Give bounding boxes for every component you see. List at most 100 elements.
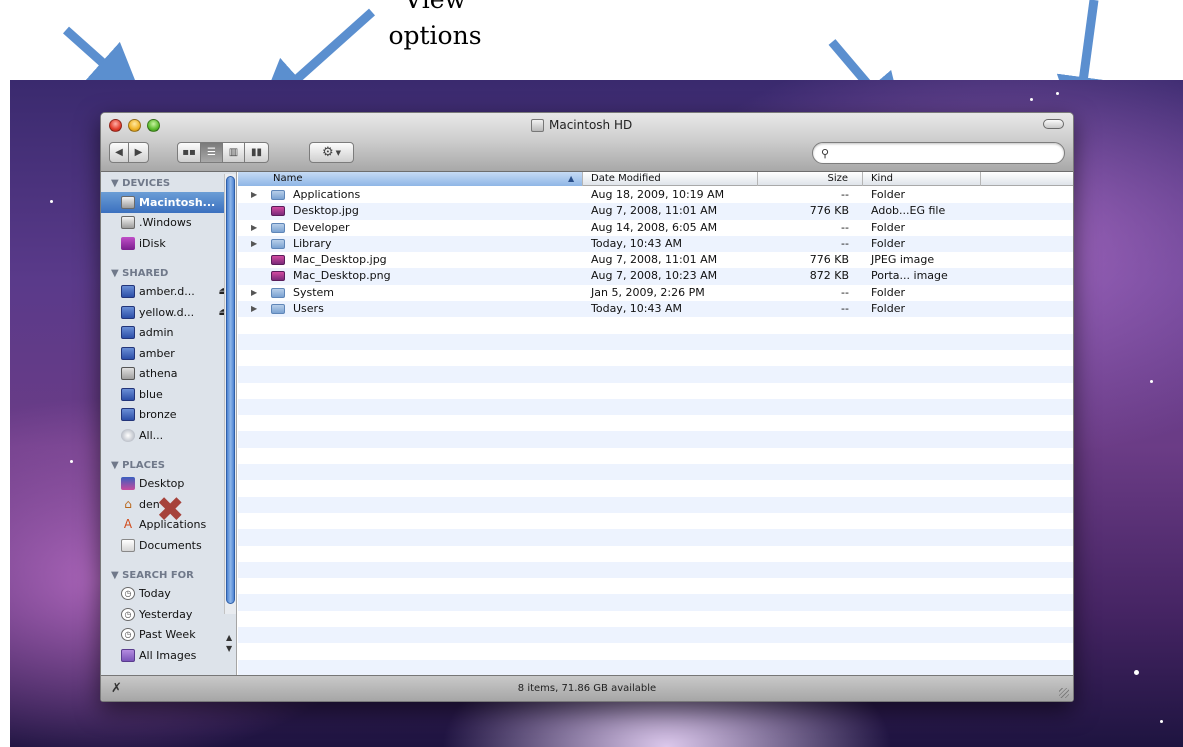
sidebar-item-bronze[interactable]: bronze: [101, 405, 236, 426]
empty-row: [238, 448, 1073, 464]
file-kind: JPEG image: [871, 253, 935, 267]
gear-icon: ⚙: [321, 145, 334, 160]
search-field[interactable]: ⚲: [812, 142, 1065, 164]
clock-icon: ◷: [121, 628, 135, 642]
empty-row: [238, 383, 1073, 399]
sidebar-item-desktop[interactable]: Desktop: [101, 474, 236, 495]
search-input[interactable]: [833, 146, 1054, 160]
pin-icon[interactable]: ✗: [111, 676, 122, 701]
disclosure-triangle-icon[interactable]: ▶: [251, 220, 257, 236]
table-row[interactable]: ▶ System Jan 5, 2009, 2:26 PM -- Folder: [238, 285, 1073, 301]
file-rows: ▶ Applications Aug 18, 2009, 10:19 AM --…: [238, 187, 1073, 676]
table-row[interactable]: ▶ Developer Aug 14, 2008, 6:05 AM -- Fol…: [238, 220, 1073, 236]
sidebar-header-shared[interactable]: ▼ SHARED: [101, 266, 236, 282]
table-row[interactable]: Mac_Desktop.jpg Aug 7, 2008, 11:01 AM 77…: [238, 252, 1073, 268]
sidebar-item-windows[interactable]: .Windows: [101, 213, 236, 234]
file-kind: Adob...EG file: [871, 204, 946, 218]
column-view-button[interactable]: ▥: [223, 142, 245, 163]
sidebar-scroll-thumb[interactable]: [226, 176, 235, 604]
file-date: Jan 5, 2009, 2:26 PM: [591, 285, 705, 299]
table-row[interactable]: Desktop.jpg Aug 7, 2008, 11:01 AM 776 KB…: [238, 203, 1073, 220]
icon-view-button[interactable]: ▪▪: [177, 142, 201, 163]
folder-icon: [271, 238, 285, 249]
sidebar-item-applications[interactable]: A Applications: [101, 515, 236, 536]
sidebar-item-past-week[interactable]: ◷ Past Week: [101, 625, 236, 646]
sidebar-item-admin[interactable]: admin: [101, 323, 236, 344]
file-date: Aug 14, 2008, 6:05 AM: [591, 220, 718, 234]
column-header-kind[interactable]: Kind: [863, 172, 981, 186]
table-row[interactable]: Mac_Desktop.png Aug 7, 2008, 10:23 AM 87…: [238, 268, 1073, 285]
file-kind: Porta... image: [871, 269, 948, 283]
empty-row: [238, 643, 1073, 659]
table-row[interactable]: ▶ Users Today, 10:43 AM -- Folder: [238, 301, 1073, 318]
sidebar-item-label: All Images: [139, 648, 197, 662]
idisk-icon: [121, 236, 135, 250]
toolbar-toggle-button[interactable]: [1043, 119, 1064, 129]
sidebar-item-label: amber: [139, 346, 175, 360]
list-view-icon: ☰: [207, 147, 216, 158]
sidebar-item-all-images[interactable]: All Images: [101, 645, 236, 666]
file-date: Aug 18, 2009, 10:19 AM: [591, 188, 725, 201]
disclosure-triangle-icon[interactable]: ▶: [251, 236, 257, 252]
empty-row: [238, 546, 1073, 562]
empty-row: [238, 627, 1073, 644]
sidebar-item-athena[interactable]: athena: [101, 364, 236, 385]
list-view-button[interactable]: ☰: [201, 142, 223, 163]
back-arrow-icon: ◀: [115, 147, 123, 158]
sidebar-item-amber-d[interactable]: amber.d... ⏏: [101, 282, 236, 303]
sidebar-header-devices[interactable]: ▼ DEVICES: [101, 176, 236, 192]
column-header-size[interactable]: Size: [758, 172, 863, 186]
file-date: Today, 10:43 AM: [591, 236, 683, 250]
coverflow-view-button[interactable]: ▮▮: [245, 142, 269, 163]
scroll-up-arrow-icon[interactable]: ▲: [226, 632, 232, 643]
coverflow-view-icon: ▮▮: [250, 147, 262, 158]
column-header-date[interactable]: Date Modified: [583, 172, 758, 186]
image-file-icon: [271, 271, 285, 282]
hard-drive-icon: [531, 118, 544, 132]
disclosure-triangle-icon[interactable]: ▶: [251, 187, 257, 203]
table-row[interactable]: ▶ Library Today, 10:43 AM -- Folder: [238, 235, 1073, 253]
sidebar-item-amber[interactable]: amber: [101, 343, 236, 364]
sidebar-item-macintosh-hd[interactable]: Macintosh...: [101, 192, 236, 213]
network-computer-icon: [121, 408, 135, 422]
column-header-name[interactable]: Name: [238, 172, 583, 186]
empty-row: [238, 317, 1073, 333]
back-forward-control: ◀ ▶: [109, 142, 149, 163]
sidebar-item-yellow-d[interactable]: yellow.d... ⏏: [101, 302, 236, 323]
network-computer-icon: [121, 387, 135, 401]
forward-button[interactable]: ▶: [129, 142, 149, 163]
sidebar-item-home[interactable]: ⌂ den: [101, 494, 236, 515]
sidebar-header-search-for[interactable]: ▼ SEARCH FOR: [101, 568, 236, 584]
action-menu-button[interactable]: ⚙ ▼: [309, 142, 354, 163]
empty-row: [238, 496, 1073, 513]
zoom-button[interactable]: [147, 119, 160, 132]
file-size: --: [841, 302, 849, 316]
file-size: --: [841, 236, 849, 250]
resize-grip-icon[interactable]: [1059, 688, 1069, 698]
view-options-line1: View: [370, 0, 500, 18]
sidebar-scrollbar[interactable]: [224, 174, 236, 614]
disclosure-triangle-icon[interactable]: ▶: [251, 285, 257, 301]
home-icon: ⌂: [124, 496, 132, 511]
sidebar-item-today[interactable]: ◷ Today: [101, 584, 236, 605]
folder-icon: [271, 190, 285, 200]
sidebar-item-label: Today: [139, 587, 171, 601]
back-button[interactable]: ◀: [109, 142, 129, 163]
sidebar-header-places[interactable]: ▼ PLACES: [101, 458, 236, 474]
sidebar-item-yesterday[interactable]: ◷ Yesterday: [101, 604, 236, 625]
table-row[interactable]: ▶ Applications Aug 18, 2009, 10:19 AM --…: [238, 187, 1073, 203]
sidebar-item-idisk[interactable]: iDisk: [101, 233, 236, 254]
sort-ascending-icon: ▲: [568, 174, 575, 183]
file-size: 776 KB: [809, 253, 849, 267]
close-button[interactable]: [109, 119, 122, 132]
sidebar-item-blue[interactable]: blue: [101, 384, 236, 405]
disclosure-triangle-icon[interactable]: ▶: [251, 301, 257, 317]
scroll-down-arrow-icon[interactable]: ▼: [226, 643, 232, 654]
sidebar-item-documents[interactable]: Documents: [101, 535, 236, 556]
icon-view-icon: ▪▪: [182, 147, 196, 158]
file-date: Aug 7, 2008, 10:23 AM: [591, 269, 718, 283]
file-size: --: [841, 285, 849, 299]
sidebar-item-all[interactable]: All...: [101, 425, 236, 446]
minimize-button[interactable]: [128, 119, 141, 132]
sidebar-scroll-arrows[interactable]: ▲ ▼: [226, 632, 232, 654]
